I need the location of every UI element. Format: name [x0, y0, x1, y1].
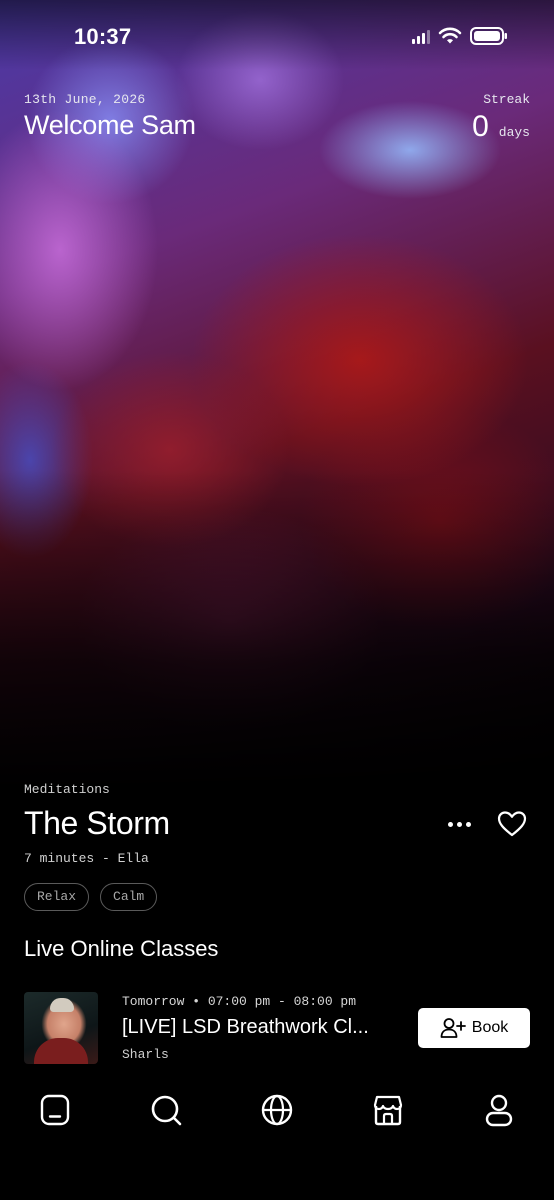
- globe-icon: [261, 1094, 293, 1126]
- tab-home[interactable]: [35, 1090, 75, 1130]
- class-host: Sharls: [122, 1047, 169, 1062]
- battery-icon: [470, 27, 507, 45]
- book-button[interactable]: Book: [418, 1008, 530, 1048]
- meditation-tags: Relax Calm: [24, 883, 158, 911]
- live-class-card[interactable]: Tomorrow • 07:00 pm - 08:00 pm [LIVE] LS…: [24, 990, 530, 1066]
- tab-search[interactable]: [146, 1090, 186, 1130]
- streak-label: Streak: [483, 92, 530, 107]
- status-icons: [412, 26, 508, 46]
- streak-unit: days: [498, 125, 530, 140]
- meditation-title[interactable]: The Storm: [24, 805, 170, 842]
- bottom-tab-bar: [0, 1086, 554, 1134]
- welcome-greeting: Welcome Sam: [24, 110, 196, 140]
- status-time: 10:37: [74, 24, 132, 49]
- more-options-button[interactable]: [444, 812, 474, 836]
- add-user-icon: [440, 1018, 466, 1038]
- streak-counter: 0 days: [472, 110, 530, 144]
- class-title: [LIVE] LSD Breathwork Cl...: [122, 1016, 369, 1038]
- meditation-meta: 7 minutes - Ella: [24, 851, 149, 866]
- current-date: 13th June, 2026: [24, 92, 146, 107]
- home-icon: [40, 1094, 70, 1126]
- tag-calm[interactable]: Calm: [100, 883, 158, 911]
- class-time: Tomorrow • 07:00 pm - 08:00 pm: [122, 994, 357, 1009]
- instructor-thumbnail: [24, 992, 98, 1064]
- cellular-signal-icon: [412, 28, 430, 44]
- tab-explore[interactable]: [257, 1090, 297, 1130]
- meditation-category: Meditations: [24, 782, 110, 797]
- tab-store[interactable]: [368, 1090, 408, 1130]
- streak-value: 0: [472, 110, 489, 143]
- profile-icon: [485, 1094, 513, 1127]
- store-icon: [373, 1095, 403, 1126]
- search-icon: [151, 1095, 182, 1126]
- more-dots-icon: [447, 821, 453, 827]
- wifi-icon: [438, 27, 462, 44]
- favorite-heart-icon[interactable]: [496, 808, 528, 840]
- tag-relax[interactable]: Relax: [24, 883, 90, 911]
- tab-profile[interactable]: [479, 1090, 519, 1130]
- status-bar: 10:37: [0, 0, 554, 76]
- book-label: Book: [471, 1019, 509, 1036]
- live-classes-heading: Live Online Classes: [24, 936, 219, 961]
